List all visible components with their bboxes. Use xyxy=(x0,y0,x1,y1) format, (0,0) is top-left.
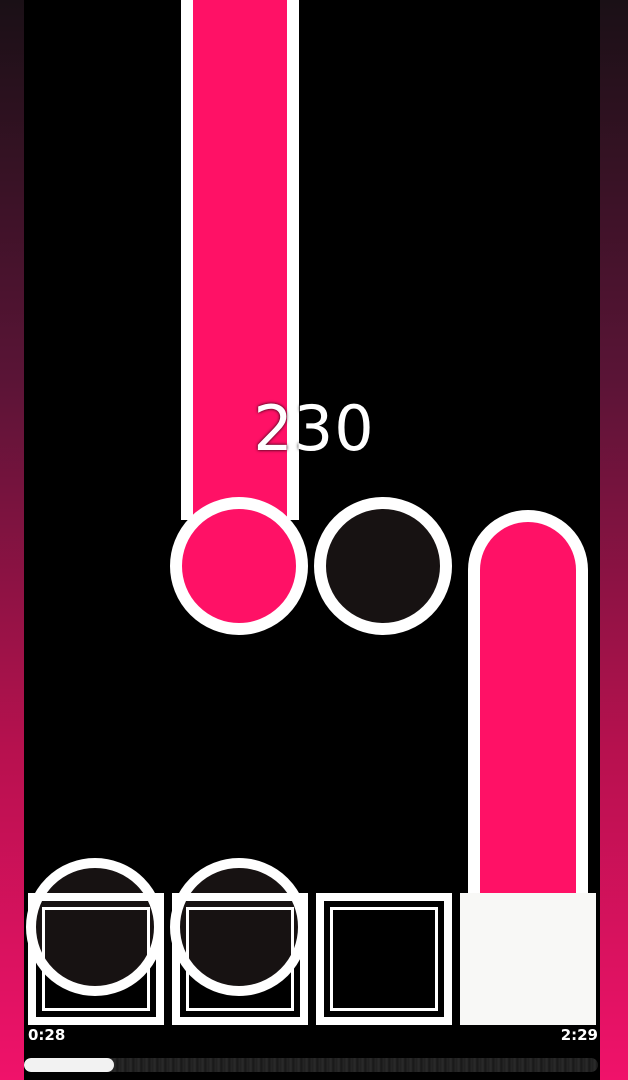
song-progress-fill xyxy=(24,1058,115,1072)
left-gradient-border xyxy=(0,0,24,1080)
lane-3-receptor[interactable] xyxy=(316,893,452,1025)
elapsed-time: 0:28 xyxy=(28,1026,66,1044)
hold-note-head-pink xyxy=(170,497,308,635)
total-time: 2:29 xyxy=(560,1026,598,1044)
tap-note-at-receptor-2 xyxy=(170,858,308,996)
score-counter: 230 xyxy=(253,392,375,465)
lane-4-receptor-pressed[interactable] xyxy=(460,893,596,1025)
game-stage: 230 0:28 2:29 xyxy=(0,0,628,1080)
tap-note-dark xyxy=(314,497,452,635)
tap-note-at-receptor-1 xyxy=(26,858,164,996)
hold-note-lane-4 xyxy=(468,510,588,894)
song-progress-bar[interactable] xyxy=(24,1058,598,1072)
right-gradient-border xyxy=(600,0,628,1080)
hold-note-fill xyxy=(480,522,576,894)
